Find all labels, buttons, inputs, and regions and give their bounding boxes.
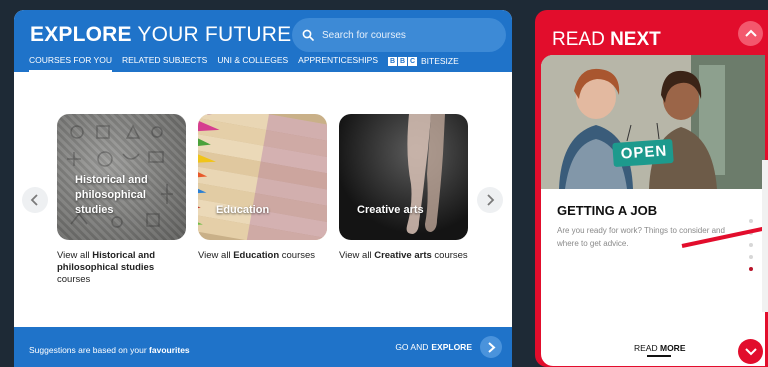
bitesize-label: BITESIZE [421, 56, 459, 66]
tab-courses-for-you[interactable]: COURSES FOR YOU [29, 55, 112, 72]
ballet-shoes-image [406, 114, 445, 234]
explore-panel: EXPLORE YOUR FUTURE COURSES FOR YOU RELA… [14, 10, 512, 367]
read-next-panel: READ NEXT OPEN GETTING A JOB Are you rea… [535, 10, 768, 367]
search-box[interactable] [292, 18, 506, 52]
creative-arts-image[interactable]: Creative arts [339, 114, 468, 240]
page-scrollbar[interactable] [762, 160, 768, 312]
pagination-dot-active[interactable] [749, 267, 753, 271]
course-card-education[interactable]: Education View all Education courses [198, 114, 327, 262]
go-circle [480, 336, 502, 358]
chevron-up-icon [744, 29, 757, 37]
chevron-left-icon [30, 194, 38, 206]
education-label: Education [216, 204, 270, 216]
course-card-historical[interactable]: Historical and philosophical studies Vie… [57, 114, 186, 286]
explore-footer: Suggestions are based on your favourites… [14, 327, 512, 367]
article-heading[interactable]: GETTING A JOB [557, 203, 657, 218]
article-image[interactable]: OPEN [541, 55, 765, 189]
explore-tabs: COURSES FOR YOU RELATED SUBJECTS UNI & C… [29, 55, 469, 72]
historical-image[interactable]: Historical and philosophical studies [57, 114, 186, 240]
tab-apprenticeships[interactable]: APPRENTICESHIPS [298, 55, 378, 72]
pagination-dot[interactable] [749, 243, 753, 247]
search-icon [302, 29, 314, 41]
go-and-explore-button[interactable]: GO AND EXPLORE [395, 336, 502, 358]
course-card-creative-arts[interactable]: Creative arts View all Creative arts cou… [339, 114, 468, 262]
chevron-right-icon [487, 194, 495, 206]
view-all-creative-arts-link[interactable]: View all Creative arts courses [339, 250, 468, 262]
explore-title: EXPLORE YOUR FUTURE [30, 23, 292, 46]
chevron-right-icon [487, 341, 495, 353]
tab-uni-colleges[interactable]: UNI & COLLEGES [217, 55, 288, 72]
article-card[interactable]: OPEN GETTING A JOB Are you ready for wor… [541, 55, 765, 366]
tab-bbc-bitesize[interactable]: B B C BITESIZE [388, 55, 459, 72]
read-more-link[interactable]: READ MORE [634, 343, 685, 353]
historical-label: Historical and philosophical studies [75, 174, 148, 216]
chevron-down-icon [744, 348, 757, 356]
read-next-title: READ NEXT [552, 29, 661, 50]
creative-arts-label: Creative arts [357, 204, 424, 216]
read-next-up-button[interactable] [738, 21, 763, 46]
search-input[interactable] [320, 28, 494, 42]
pagination-dot[interactable] [749, 219, 753, 223]
suggestions-note: Suggestions are based on your favourites [29, 345, 190, 355]
education-image[interactable]: Education [198, 114, 327, 240]
bbc-logo-b2: B [398, 56, 407, 66]
open-sign-text: OPEN [620, 142, 668, 163]
tab-related-subjects[interactable]: RELATED SUBJECTS [122, 55, 207, 72]
coloured-pencils-image [198, 114, 327, 240]
shop-staff-photo [541, 55, 765, 189]
pagination-dots [749, 219, 753, 271]
bbc-logo-b1: B [388, 56, 397, 66]
explore-header: EXPLORE YOUR FUTURE COURSES FOR YOU RELA… [14, 10, 512, 72]
read-more-underline [647, 355, 671, 357]
carousel-next-button[interactable] [477, 187, 503, 213]
bbc-logo-c: C [408, 56, 417, 66]
carousel-prev-button[interactable] [22, 187, 48, 213]
article-description: Are you ready for work? Things to consid… [557, 226, 725, 248]
view-all-historical-link[interactable]: View all Historical and philosophical st… [57, 250, 186, 286]
pagination-dot[interactable] [749, 255, 753, 259]
view-all-education-link[interactable]: View all Education courses [198, 250, 327, 262]
read-next-down-button[interactable] [738, 339, 763, 364]
